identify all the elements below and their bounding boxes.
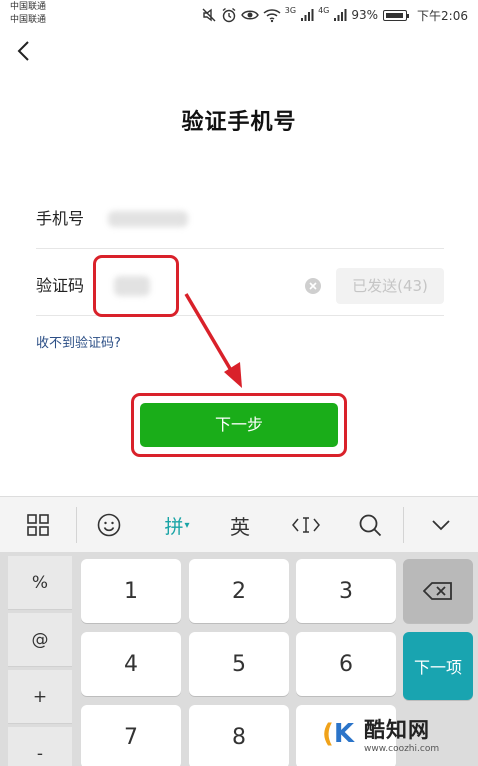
mute-icon <box>201 7 217 23</box>
status-icons: 3G 4G 93% 下午2:06 <box>201 6 468 24</box>
battery-icon <box>383 9 410 21</box>
key-2[interactable]: 2 <box>189 559 289 623</box>
phone-row: 手机号 <box>36 189 444 249</box>
carrier-label: 中国联通 <box>10 2 47 12</box>
resend-button[interactable]: 已发送(43) <box>336 268 444 304</box>
divider <box>76 507 77 543</box>
network-4g-label: 4G <box>318 6 330 15</box>
back-button[interactable] <box>10 36 36 66</box>
key-8[interactable]: 8 <box>189 705 289 766</box>
backspace-icon <box>423 582 452 600</box>
phone-field[interactable] <box>108 211 188 227</box>
english-mode-toggle[interactable]: 英 <box>218 497 262 553</box>
chevron-left-icon <box>17 41 29 61</box>
chevron-down-icon[interactable] <box>418 497 464 553</box>
key-1[interactable]: 1 <box>81 559 181 623</box>
next-item-key[interactable]: 下一项 <box>403 632 473 700</box>
battery-percent: 93% <box>351 8 379 22</box>
keyboard-toolbar: 拼 ▾ 英 <box>0 496 478 552</box>
code-row: 验证码 已发送(43) <box>36 256 444 316</box>
alarm-icon <box>221 7 237 23</box>
key-6[interactable]: 6 <box>296 632 396 696</box>
pinyin-label: 拼 <box>164 515 184 538</box>
numeric-keyboard: % @ + - 1 2 3 4 5 6 7 8 9 下一项 <box>0 552 478 766</box>
key-3[interactable]: 3 <box>296 559 396 623</box>
clock: 下午2:06 <box>417 8 468 23</box>
clear-icon[interactable] <box>305 278 321 294</box>
key-7[interactable]: 7 <box>81 705 181 766</box>
key-minus[interactable]: - <box>8 727 72 766</box>
wifi-icon <box>263 7 281 23</box>
signal-icon <box>300 8 314 22</box>
key-percent[interactable]: % <box>8 556 72 610</box>
key-at[interactable]: @ <box>8 613 72 667</box>
pinyin-mode-toggle[interactable]: 拼 ▾ <box>152 497 202 553</box>
phone-label: 手机号 <box>36 209 85 228</box>
key-5[interactable]: 5 <box>189 632 289 696</box>
network-3g-label: 3G <box>284 6 297 15</box>
delete-key[interactable] <box>403 559 473 623</box>
grid-icon[interactable] <box>14 497 62 553</box>
key-4[interactable]: 4 <box>81 632 181 696</box>
code-label: 验证码 <box>36 276 85 295</box>
carrier-label: 中国联通 <box>10 15 47 25</box>
code-field[interactable] <box>114 276 150 296</box>
emoji-icon[interactable] <box>86 497 132 553</box>
caret-down-icon: ▾ <box>184 519 190 531</box>
page-title: 验证手机号 <box>181 110 297 135</box>
signal-icon <box>333 8 347 22</box>
key-plus[interactable]: + <box>8 670 72 724</box>
cursor-icon[interactable] <box>284 497 328 553</box>
status-bar: 中国联通 中国联通 3G 4G 93% 下午2:06 <box>0 0 478 30</box>
key-9[interactable]: 9 <box>296 705 396 766</box>
search-icon[interactable] <box>348 497 392 553</box>
help-link[interactable]: 收不到验证码? <box>36 332 121 351</box>
next-button[interactable]: 下一步 <box>140 403 338 447</box>
divider <box>403 507 404 543</box>
eye-icon <box>240 7 259 23</box>
